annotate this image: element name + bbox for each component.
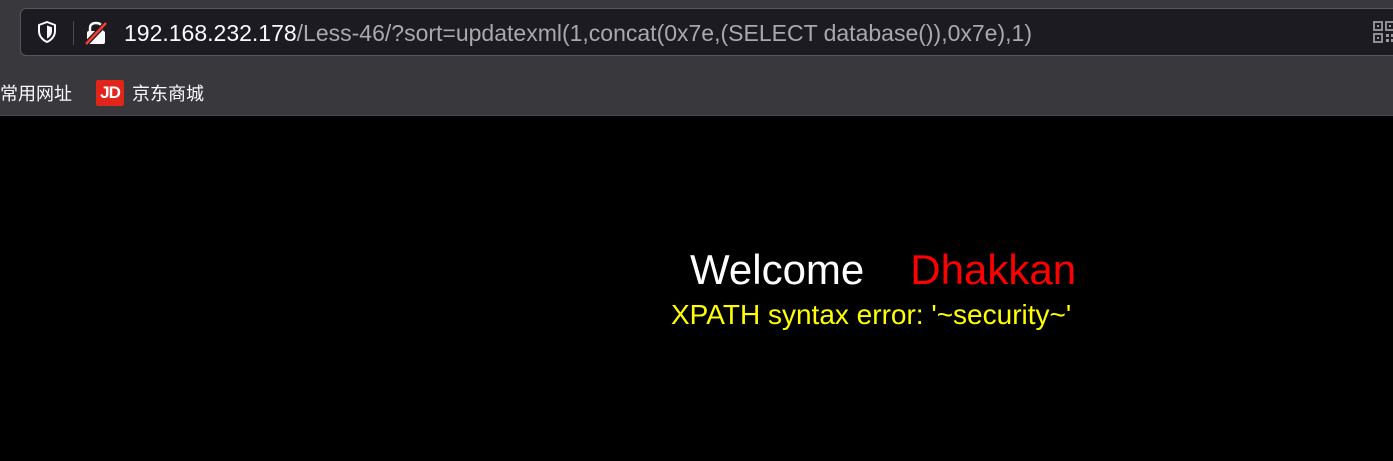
browser-toolbar: 192.168.232.178/Less-46/?sort=updatexml(… bbox=[0, 0, 1393, 70]
bookmark-label: 常用网址 bbox=[0, 84, 72, 105]
bookmark-common-sites[interactable]: 常用网址 bbox=[0, 80, 72, 106]
url-host: 192.168.232.178 bbox=[124, 20, 297, 46]
bookmark-label: 京东商城 bbox=[132, 84, 204, 105]
bookmarks-toolbar: 常用网址 JD 京东商城 bbox=[0, 70, 1393, 116]
url-path: /Less-46/?sort=updatexml(1,concat(0x7e,(… bbox=[296, 20, 1032, 46]
xpath-error-message: XPATH syntax error: '~security~' bbox=[671, 299, 1072, 330]
qr-code-icon[interactable] bbox=[1373, 21, 1393, 43]
url-text[interactable]: 192.168.232.178/Less-46/?sort=updatexml(… bbox=[124, 19, 1032, 47]
shield-icon[interactable] bbox=[35, 20, 59, 44]
bookmark-jd-mall[interactable]: JD 京东商城 bbox=[96, 80, 204, 106]
welcome-text: Welcome bbox=[690, 246, 865, 293]
insecure-lock-icon[interactable] bbox=[83, 20, 109, 46]
urlbar-divider bbox=[73, 21, 74, 45]
address-bar[interactable]: 192.168.232.178/Less-46/?sort=updatexml(… bbox=[20, 8, 1393, 56]
welcome-line: Welcome Dhakkan bbox=[690, 244, 1076, 296]
username-text: Dhakkan bbox=[910, 246, 1077, 293]
page-content: Welcome Dhakkan XPATH syntax error: '~sec… bbox=[0, 116, 1393, 461]
jd-logo-icon: JD bbox=[96, 80, 124, 106]
